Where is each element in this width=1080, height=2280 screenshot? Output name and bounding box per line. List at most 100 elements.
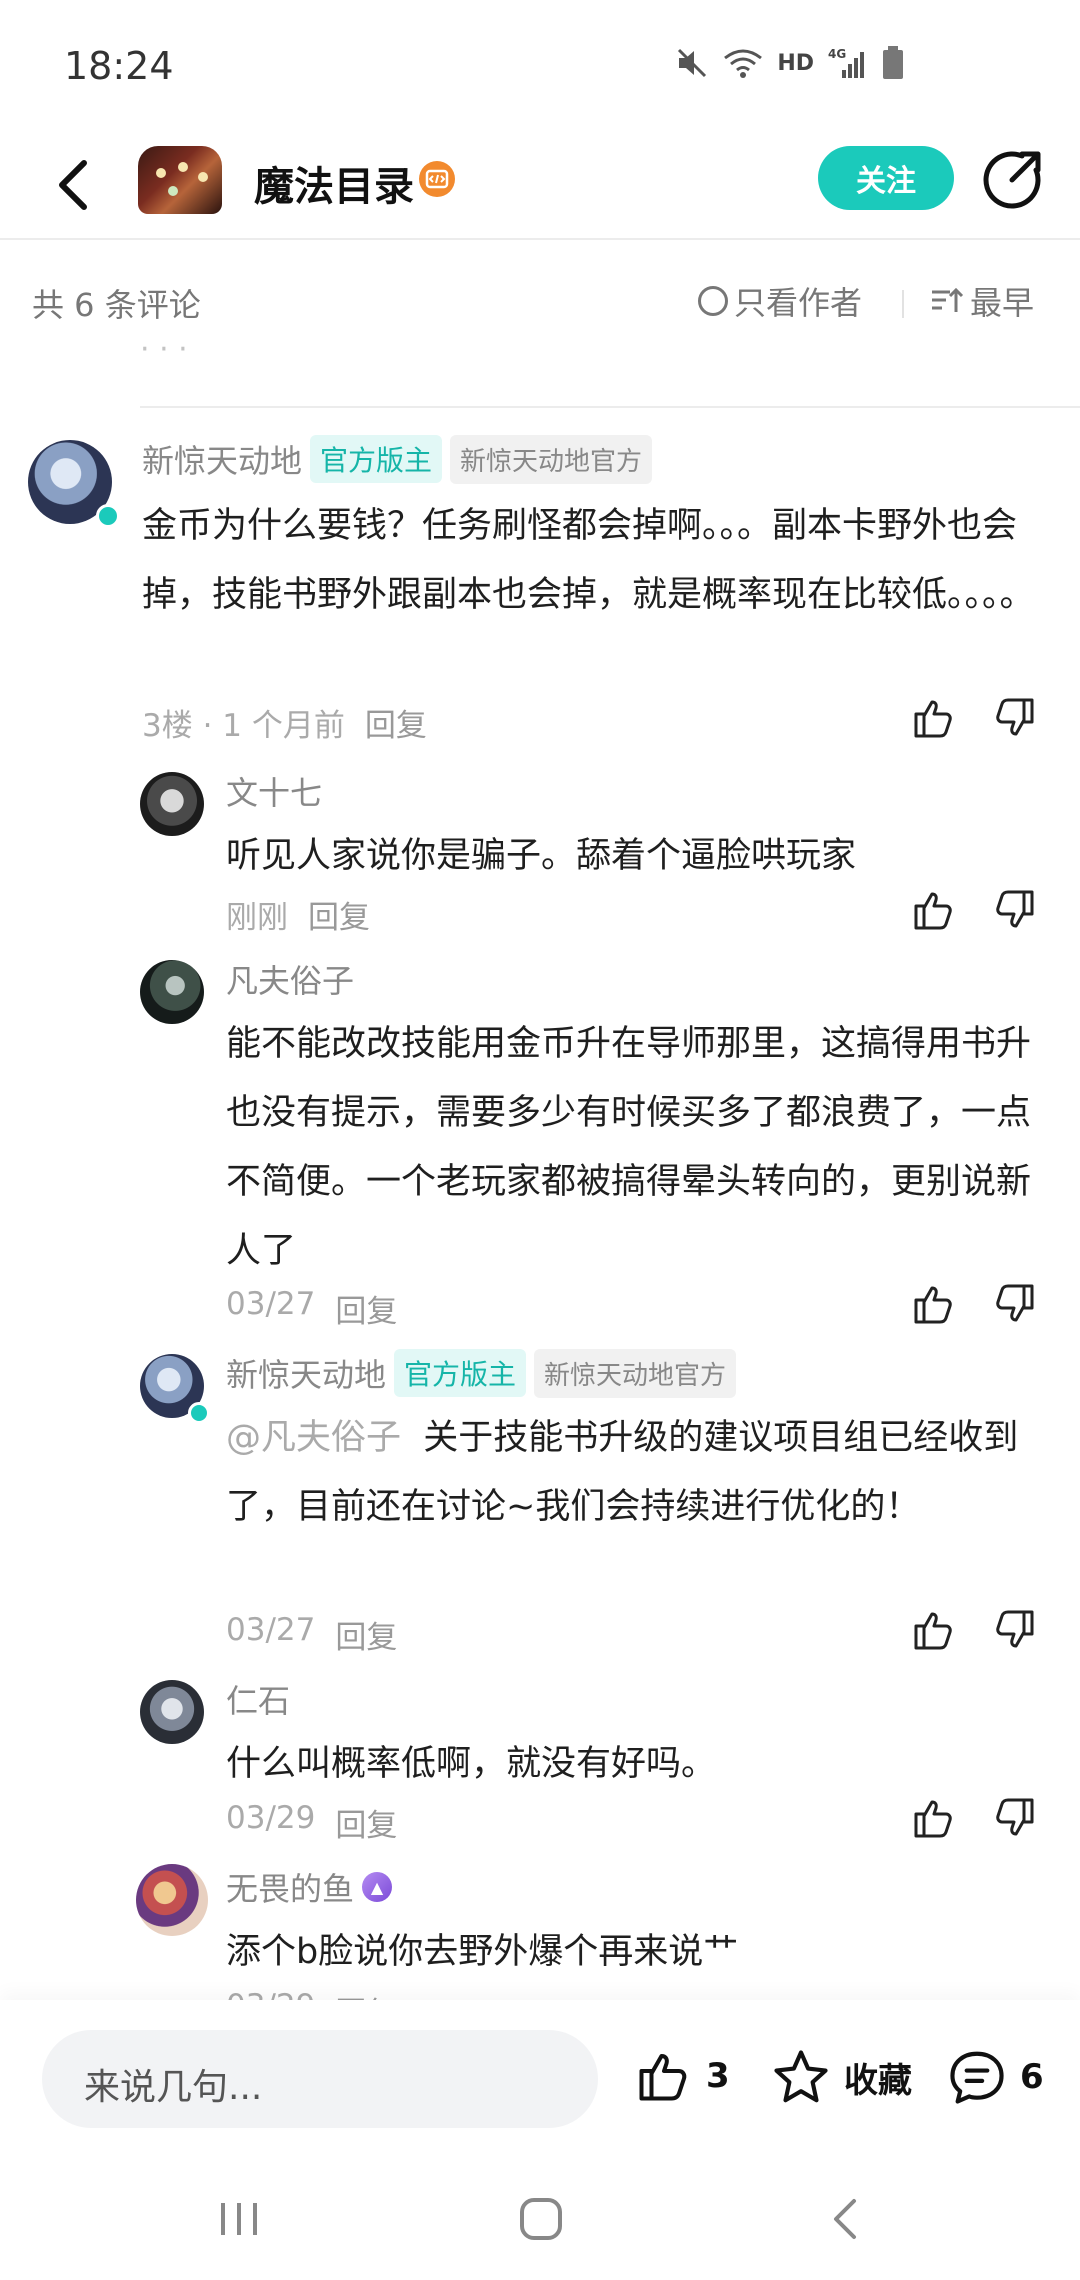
reply-button[interactable]: 回复 bbox=[335, 1286, 397, 1331]
status-time: 18:24 bbox=[64, 44, 174, 88]
verified-badge bbox=[188, 1402, 210, 1424]
status-bar: 18:24 HD 4G bbox=[0, 0, 1080, 130]
official-badge: 官方版主 bbox=[394, 1349, 527, 1397]
comment-meta: 3楼 · 1 个月前 回复 bbox=[142, 700, 427, 745]
favorite-label: 收藏 bbox=[844, 2060, 912, 2101]
comment-header: 文十七 bbox=[226, 768, 322, 814]
thumbs-up-icon[interactable] bbox=[910, 1606, 958, 1654]
comment-bubble-icon bbox=[950, 2051, 1004, 2104]
mention-link[interactable]: @凡夫俗子 bbox=[226, 1418, 401, 1458]
title-badge: 新惊天动地官方 bbox=[534, 1348, 737, 1398]
hd-indicator: HD bbox=[777, 50, 814, 76]
star-icon bbox=[774, 2050, 828, 2103]
like-count: 3 bbox=[706, 2056, 730, 2096]
avatar[interactable] bbox=[140, 960, 204, 1024]
comment-text: @凡夫俗子 关于技能书升级的建议项目组已经收到了，目前还在讨论~我们会持续进行优… bbox=[226, 1404, 1046, 1542]
game-avatar[interactable] bbox=[138, 146, 222, 214]
radio-icon bbox=[698, 286, 728, 316]
thumbs-down-icon[interactable] bbox=[990, 1794, 1038, 1842]
recent-apps-button[interactable] bbox=[204, 2184, 274, 2254]
like-button[interactable]: 3 bbox=[634, 2046, 730, 2106]
battery-icon bbox=[883, 46, 903, 79]
avatar[interactable] bbox=[140, 1680, 204, 1744]
home-button[interactable] bbox=[506, 2184, 576, 2254]
comment-text: 能不能改改技能用金币升在导师那里，这搞得用书升也没有提示，需要多少有时候买多了都… bbox=[226, 1024, 1032, 1271]
author-only-toggle[interactable]: 只看作者 bbox=[698, 278, 862, 324]
avatar[interactable] bbox=[140, 772, 204, 836]
mute-icon bbox=[678, 48, 707, 78]
back-button[interactable] bbox=[44, 152, 100, 218]
author-only-label: 只看作者 bbox=[734, 284, 863, 322]
reply-button[interactable]: 回复 bbox=[308, 892, 370, 937]
comment-text: 什么叫概率低啊，就没有好吗。 bbox=[226, 1744, 717, 1784]
divider bbox=[140, 406, 1080, 408]
thumbs-up-icon[interactable] bbox=[910, 886, 958, 934]
official-badge: 官方版主 bbox=[310, 435, 443, 483]
home-icon bbox=[520, 2198, 562, 2240]
comment-text: 听见人家说你是骗子。舔着个逼脸哄玩家 bbox=[226, 836, 857, 876]
comment-header: 凡夫俗子 bbox=[226, 956, 354, 1002]
wifi-icon bbox=[724, 49, 763, 78]
username[interactable]: 新惊天动地 bbox=[142, 436, 302, 482]
thumbs-down-icon[interactable] bbox=[990, 1606, 1038, 1654]
system-nav-bar bbox=[0, 2156, 1080, 2280]
reply-button[interactable]: 回复 bbox=[335, 1612, 397, 1657]
reply-button[interactable]: 回复 bbox=[335, 1800, 397, 1845]
comment-meta: 03/29 回复 bbox=[226, 1988, 397, 2000]
bottom-action-bar: 来说几句... 3 收藏 6 bbox=[0, 2000, 1080, 2156]
system-back-button[interactable] bbox=[810, 2184, 880, 2254]
comment-time: 03/27 bbox=[226, 1286, 316, 1322]
comment-header: 新惊天动地 官方版主 新惊天动地官方 bbox=[226, 1348, 737, 1398]
thumbs-down-icon[interactable] bbox=[990, 694, 1038, 742]
thumbs-up-icon bbox=[639, 2054, 687, 2101]
username[interactable]: 凡夫俗子 bbox=[226, 956, 354, 1002]
thumbs-up-icon[interactable] bbox=[910, 694, 958, 742]
comment-count: 共 6 条评论 bbox=[32, 286, 201, 324]
svg-text:4G: 4G bbox=[828, 47, 846, 61]
comment-meta: 03/29 回复 bbox=[226, 1800, 397, 1845]
follow-button[interactable]: 关注 bbox=[818, 146, 954, 210]
thumbs-up-icon[interactable] bbox=[910, 1794, 958, 1842]
top-bar: 魔法目录 关注 bbox=[0, 130, 1080, 240]
developer-badge-icon bbox=[419, 161, 455, 197]
comment-time: 03/29 bbox=[226, 1988, 315, 2000]
comment-total: 6 bbox=[1020, 2057, 1044, 2097]
comment-button[interactable]: 6 bbox=[946, 2046, 1044, 2108]
status-icons: HD 4G bbox=[675, 46, 904, 80]
favorite-button[interactable]: 收藏 bbox=[770, 2046, 912, 2108]
comment-time: 03/27 bbox=[226, 1612, 316, 1648]
comment-time: 刚刚 bbox=[226, 900, 288, 936]
comment-input[interactable]: 来说几句... bbox=[42, 2030, 598, 2128]
comment-input-placeholder: 来说几句... bbox=[84, 2067, 263, 2108]
comment-list[interactable]: · · · 新惊天动地 官方版主 新惊天动地官方 金币为什么要钱？任务刷怪都会掉… bbox=[0, 344, 1080, 2000]
recent-apps-icon bbox=[221, 2203, 257, 2235]
username[interactable]: 文十七 bbox=[226, 768, 322, 814]
reply-button[interactable]: 回复 bbox=[335, 1988, 397, 2000]
verified-badge bbox=[96, 504, 120, 528]
avatar[interactable] bbox=[136, 1864, 208, 1936]
thumbs-down-icon[interactable] bbox=[990, 1280, 1038, 1328]
thumbs-up-icon[interactable] bbox=[910, 1280, 958, 1328]
username[interactable]: 仁石 bbox=[226, 1676, 290, 1722]
comment-header: 新惊天动地 官方版主 新惊天动地官方 bbox=[142, 434, 653, 484]
share-icon[interactable] bbox=[982, 148, 1044, 210]
comment-meta: 03/27 回复 bbox=[226, 1286, 397, 1331]
thumbs-down-icon[interactable] bbox=[990, 886, 1038, 934]
filter-bar: 共 6 条评论 只看作者 最早 bbox=[0, 240, 1080, 344]
comment-meta: 03/27 回复 bbox=[226, 1612, 397, 1657]
level-badge-icon: ▲ bbox=[362, 1872, 393, 1902]
signal-icon: 4G bbox=[828, 47, 864, 78]
sort-icon bbox=[932, 287, 964, 312]
sort-button[interactable]: 最早 bbox=[930, 278, 1034, 324]
title-badge: 新惊天动地官方 bbox=[450, 434, 653, 484]
system-back-icon bbox=[834, 2199, 856, 2239]
comment-meta: 刚刚 回复 bbox=[226, 892, 370, 937]
sort-label: 最早 bbox=[970, 284, 1035, 322]
filter-divider bbox=[902, 290, 904, 318]
comment-header: 仁石 bbox=[226, 1676, 290, 1722]
reply-button[interactable]: 回复 bbox=[365, 700, 427, 745]
page-title: 魔法目录 bbox=[254, 164, 414, 210]
username[interactable]: 无畏的鱼 bbox=[226, 1864, 354, 1910]
comment-time: 03/29 bbox=[226, 1800, 316, 1836]
username[interactable]: 新惊天动地 bbox=[226, 1350, 386, 1396]
